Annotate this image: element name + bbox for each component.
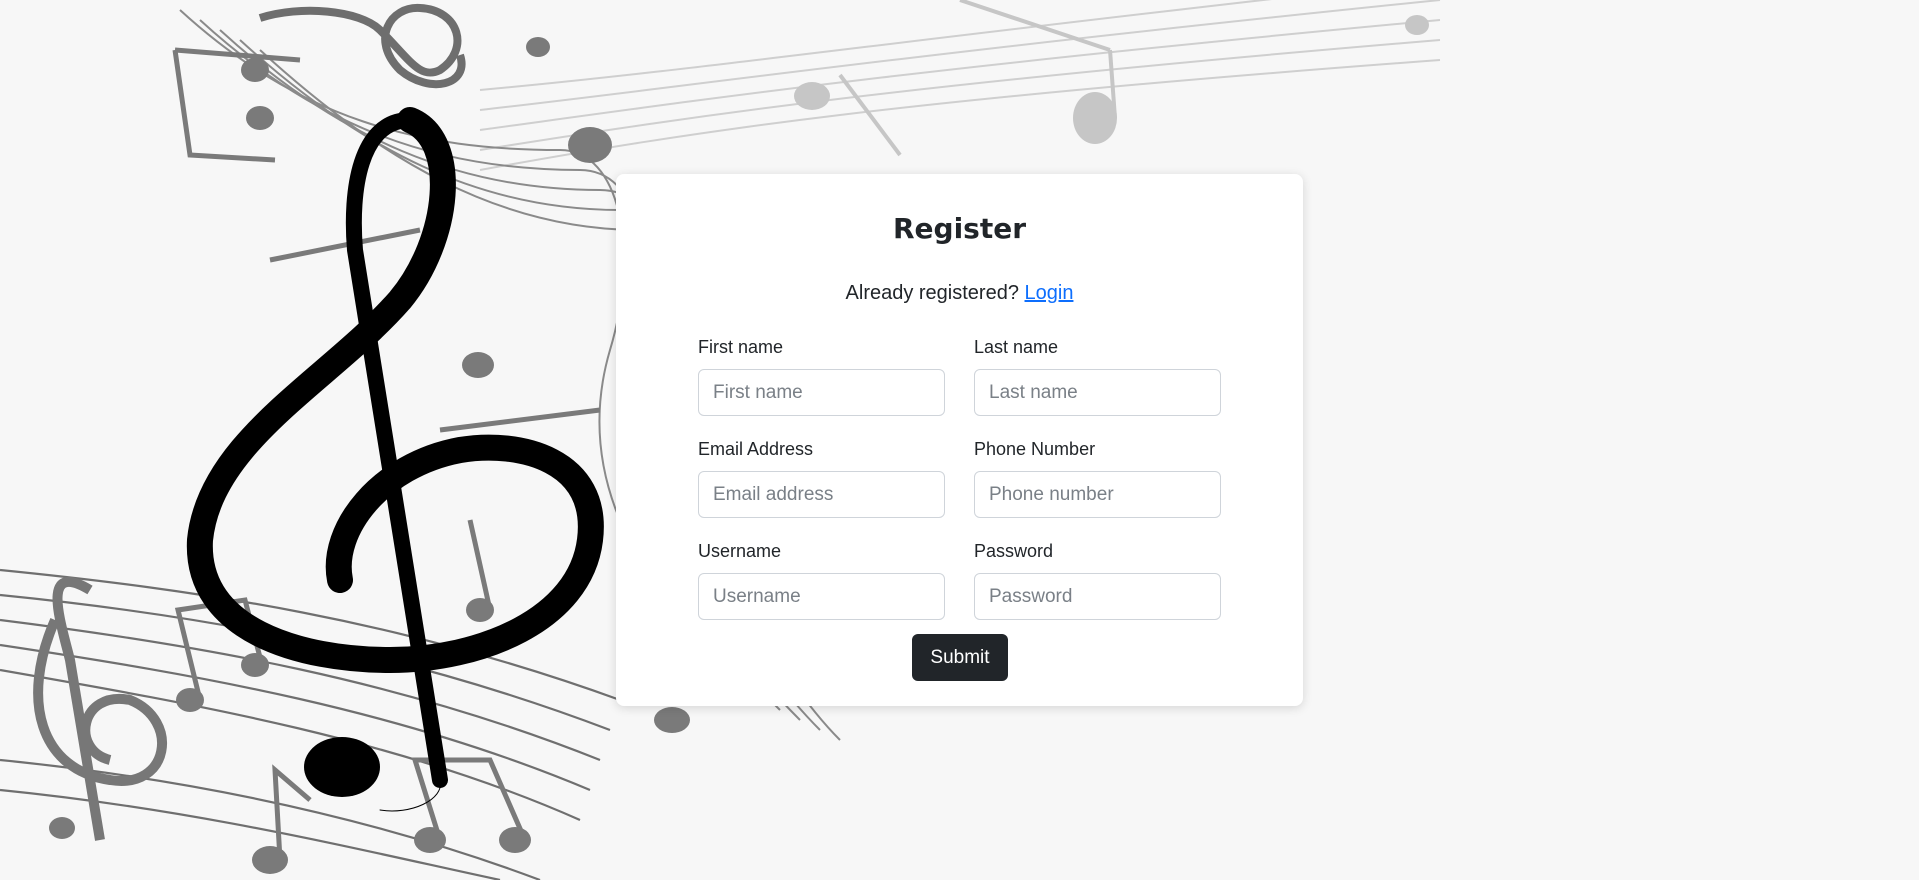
username-input[interactable] — [698, 573, 945, 620]
phone-label: Phone Number — [974, 439, 1096, 459]
first-name-input[interactable] — [698, 369, 945, 416]
first-name-label: First name — [698, 337, 784, 357]
last-name-input[interactable] — [974, 369, 1221, 416]
register-card: Register Already registered? Login First… — [616, 174, 1303, 706]
password-input[interactable] — [974, 573, 1221, 620]
last-name-label: Last name — [974, 337, 1059, 357]
email-group: Email Address — [698, 436, 945, 518]
email-label: Email Address — [698, 439, 814, 459]
phone-group: Phone Number — [974, 436, 1221, 518]
first-name-group: First name — [698, 334, 945, 416]
login-link[interactable]: Login — [1025, 282, 1074, 304]
email-input[interactable] — [698, 471, 945, 518]
already-registered-label: Already registered? — [845, 282, 1025, 304]
treble-clef-icon — [186, 107, 604, 812]
already-registered-text: Already registered? Login — [616, 282, 1303, 305]
username-group: Username — [698, 538, 945, 620]
phone-input[interactable] — [974, 471, 1221, 518]
submit-button[interactable]: Submit — [912, 634, 1008, 681]
last-name-group: Last name — [974, 334, 1221, 416]
username-label: Username — [698, 541, 782, 561]
password-group: Password — [974, 538, 1221, 620]
page-title: Register — [892, 212, 1027, 245]
password-label: Password — [974, 541, 1054, 561]
